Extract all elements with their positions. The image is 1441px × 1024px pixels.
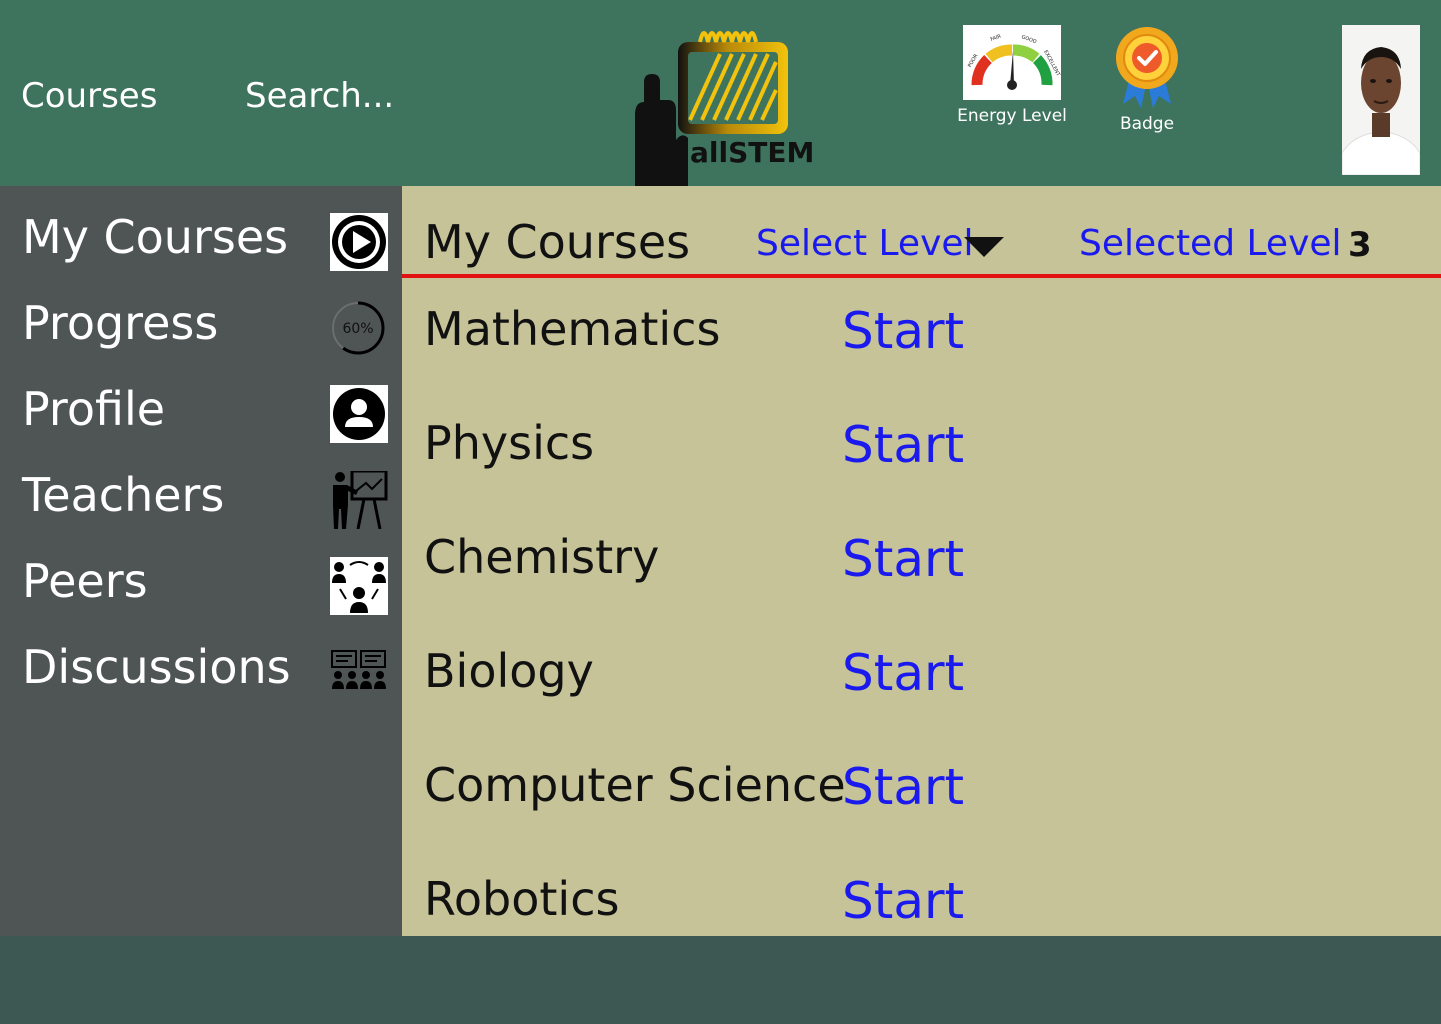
sidebar-item-label: Teachers — [22, 468, 225, 522]
page-title: My Courses — [424, 215, 691, 269]
sidebar-item-label: Peers — [22, 554, 148, 608]
start-button-chemistry[interactable]: Start — [842, 534, 964, 584]
start-button-mathematics[interactable]: Start — [842, 306, 964, 356]
sidebar-item-peers[interactable]: Peers — [0, 530, 402, 616]
user-icon — [330, 385, 388, 443]
energy-level-label: Energy Level — [957, 106, 1067, 126]
sidebar-item-teachers[interactable]: Teachers — [0, 444, 402, 530]
course-row-mathematics: Mathematics Start — [402, 306, 1441, 419]
badge-label: Badge — [1119, 114, 1175, 134]
teacher-icon — [330, 469, 388, 530]
user-avatar[interactable] — [1342, 25, 1420, 175]
sidebar-item-label: Profile — [22, 382, 166, 436]
sidebar-item-my-courses[interactable]: My Courses — [0, 186, 402, 272]
sidebar: My Courses Progress 60% Profile Teachers… — [0, 186, 402, 936]
sidebar-item-profile[interactable]: Profile — [0, 358, 402, 444]
energy-level[interactable]: POOR FAIR GOOD EXCELLENT Energy Level — [956, 25, 1068, 126]
gauge-label-fair: FAIR — [990, 33, 1003, 43]
course-name: Physics — [424, 416, 595, 470]
start-button-robotics[interactable]: Start — [842, 876, 964, 926]
svg-text:allSTEM: allSTEM — [690, 136, 814, 169]
sidebar-item-discussions[interactable]: Discussions — [0, 616, 402, 702]
course-row-physics: Physics Start — [402, 420, 1441, 533]
sidebar-item-progress[interactable]: Progress 60% — [0, 272, 402, 358]
sidebar-item-label: Progress — [22, 296, 219, 350]
gauge-label-good: GOOD — [1020, 34, 1037, 45]
selected-level-label: Selected Level — [1079, 223, 1342, 264]
top-header: Courses Search... allSTEM POOR FAIR GOOD… — [0, 0, 1441, 186]
sidebar-item-label: My Courses — [22, 210, 289, 264]
selected-level-value: 3 — [1348, 225, 1372, 265]
start-button-computer-science[interactable]: Start — [842, 762, 964, 812]
search-link[interactable]: Search... — [245, 76, 394, 116]
course-row-computer-science: Computer Science Start — [402, 762, 1441, 875]
course-row-biology: Biology Start — [402, 648, 1441, 761]
course-name: Biology — [424, 644, 594, 698]
header-divider — [402, 274, 1441, 278]
main-content: My Courses Select Level Selected Level 3… — [402, 186, 1441, 936]
sidebar-item-label: Discussions — [22, 640, 291, 694]
course-row-robotics: Robotics Start — [402, 876, 1441, 936]
course-name: Robotics — [424, 872, 620, 926]
start-button-physics[interactable]: Start — [842, 420, 964, 470]
badge[interactable]: Badge — [1100, 22, 1194, 134]
courses-nav-link[interactable]: Courses — [21, 76, 157, 116]
peers-icon — [330, 557, 388, 615]
discussion-icon — [330, 643, 388, 701]
select-level-dropdown[interactable]: Select Level — [756, 226, 974, 262]
caret-down-icon[interactable] — [964, 237, 1004, 257]
course-row-chemistry: Chemistry Start — [402, 534, 1441, 647]
allstem-logo[interactable]: allSTEM — [630, 20, 820, 186]
start-button-biology[interactable]: Start — [842, 648, 964, 698]
play-icon — [330, 213, 388, 271]
footer-bar — [0, 936, 1441, 1024]
award-badge-icon — [1111, 22, 1183, 108]
progress-percent: 60% — [342, 321, 373, 337]
energy-gauge-icon: POOR FAIR GOOD EXCELLENT — [963, 25, 1061, 100]
progress-ring-icon: 60% — [330, 299, 388, 357]
course-name: Chemistry — [424, 530, 660, 584]
course-name: Mathematics — [424, 302, 721, 356]
course-name: Computer Science — [424, 758, 846, 812]
